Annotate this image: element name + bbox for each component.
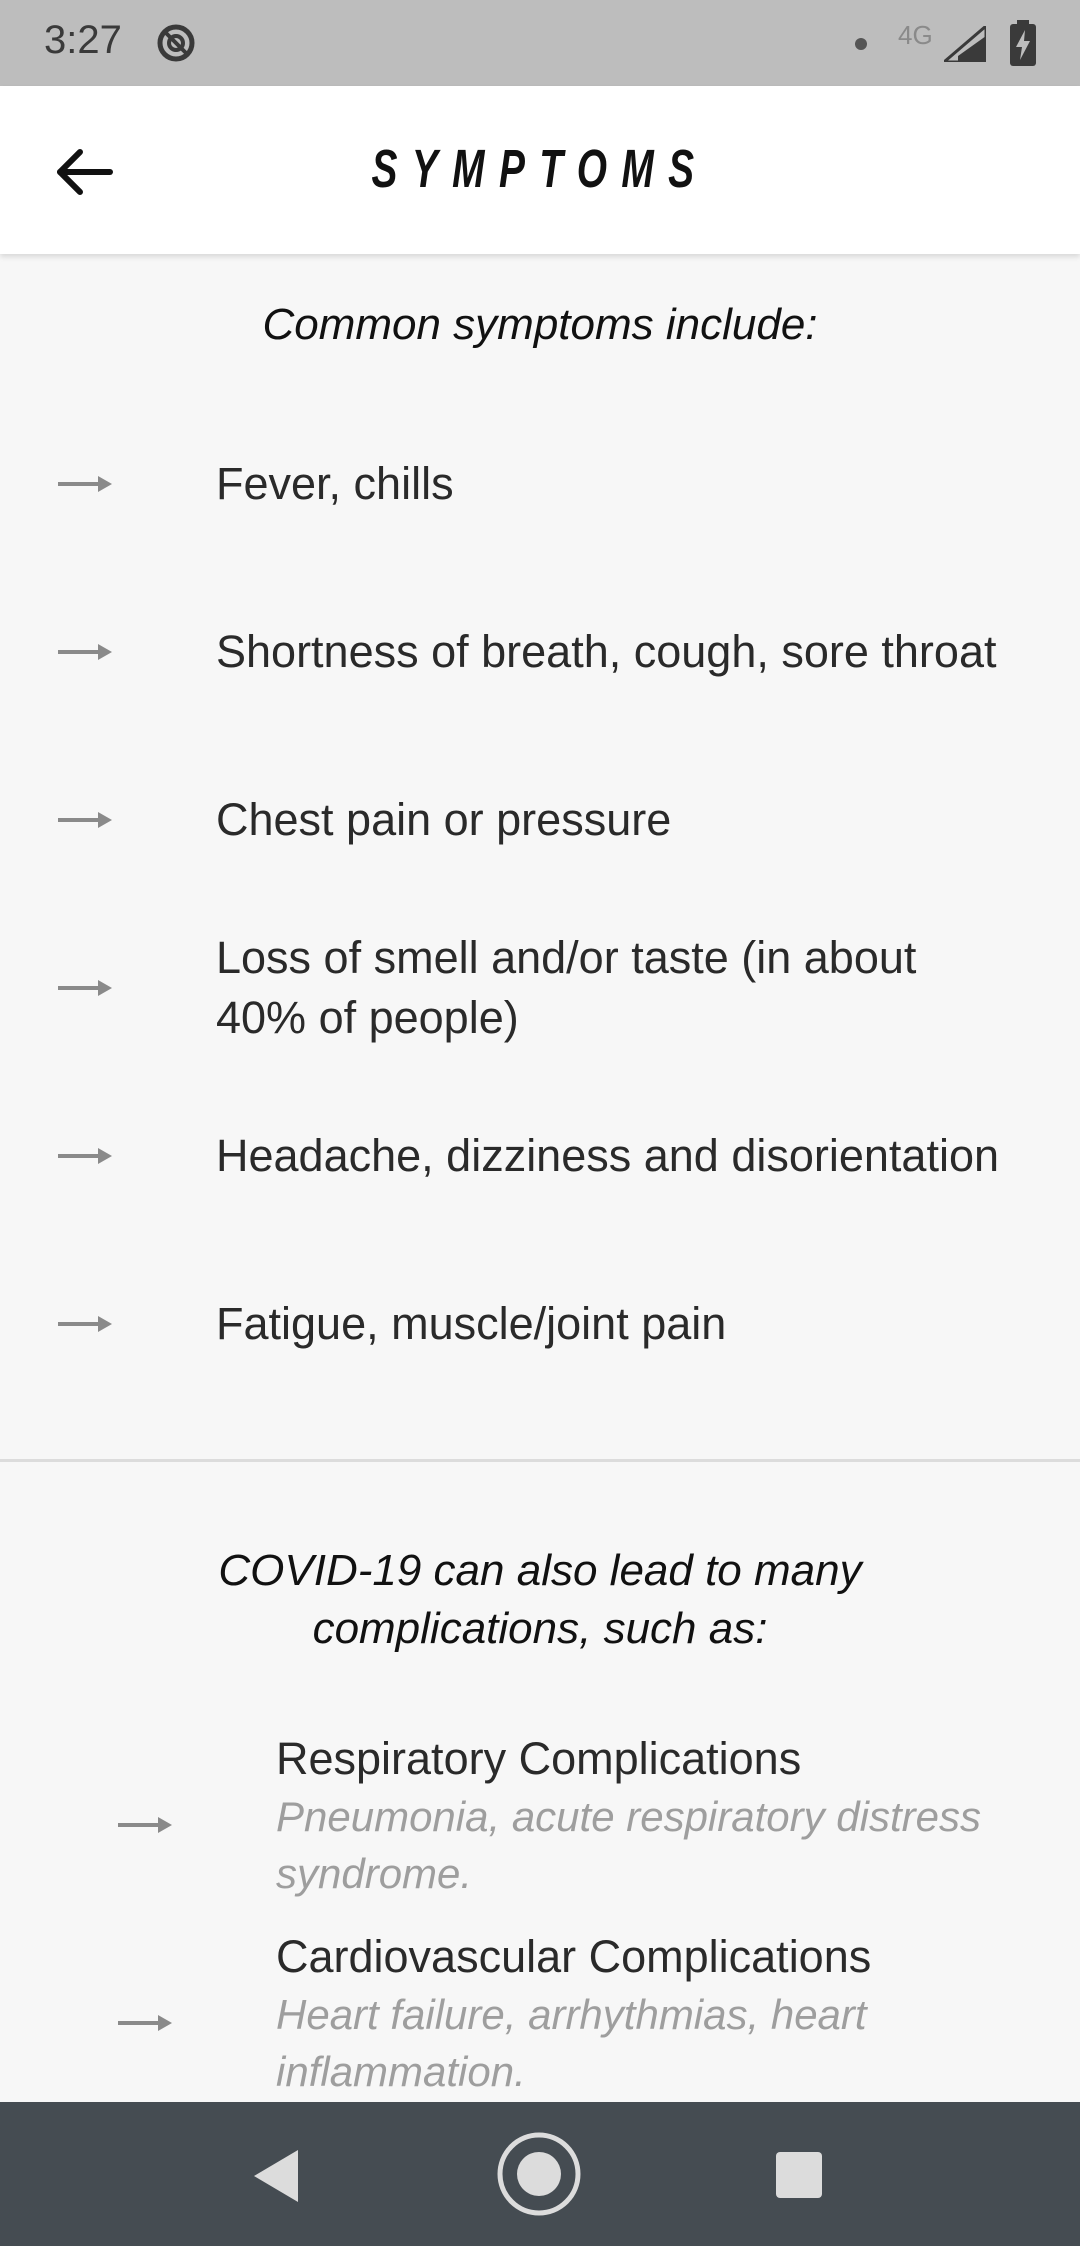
arrow-right-icon [58, 812, 112, 828]
arrow-left-icon[interactable] [50, 142, 118, 202]
do-not-disturb-icon [157, 24, 195, 62]
notification-dot-icon [855, 38, 867, 50]
complication-item: Respiratory Complications Pneumonia, acu… [0, 1730, 1080, 1920]
symptom-item: Shortness of breath, cough, sore throat [0, 592, 1080, 712]
nav-recents-icon[interactable] [776, 2152, 822, 2198]
symptom-text: Loss of smell and/or taste (in about 40%… [216, 932, 917, 1043]
symptom-text: Fever, chills [216, 458, 454, 509]
section-divider [0, 1459, 1080, 1462]
network-type: 4G [898, 20, 933, 50]
complication-title: Cardiovascular Complications [276, 1931, 872, 1982]
nav-home-icon[interactable] [495, 2130, 583, 2218]
status-bar: 3:27 4G [0, 0, 1080, 86]
page-title: SYMPTOMS [371, 139, 709, 199]
symptom-item: Fatigue, muscle/joint pain [0, 1264, 1080, 1384]
complication-description: Heart failure, arrhythmias, heart inflam… [276, 1991, 867, 2095]
symptoms-heading: Common symptoms include: [262, 300, 818, 349]
complication-title: Respiratory Complications [276, 1733, 802, 1784]
symptom-text: Shortness of breath, cough, sore throat [216, 626, 997, 677]
symptom-text: Chest pain or pressure [216, 794, 672, 845]
arrow-right-icon [58, 1316, 112, 1332]
arrow-right-icon [118, 1817, 172, 1833]
complication-body: Respiratory Complications Pneumonia, acu… [276, 1730, 1036, 1902]
arrow-right-icon [58, 980, 112, 996]
symptom-item: Fever, chills [0, 424, 1080, 544]
cell-signal-icon [944, 26, 986, 62]
symptom-item: Headache, dizziness and disorientation [0, 1096, 1080, 1216]
complication-body: Cardiovascular Complications Heart failu… [276, 1928, 1036, 2100]
arrow-right-icon [118, 2015, 172, 2031]
status-time: 3:27 [44, 18, 122, 62]
arrow-right-icon [58, 476, 112, 492]
system-nav-bar [0, 2102, 1080, 2246]
battery-charging-icon [1010, 20, 1036, 66]
complication-description: Pneumonia, acute respiratory distress sy… [276, 1793, 981, 1897]
symptom-text: Fatigue, muscle/joint pain [216, 1298, 727, 1349]
arrow-right-icon [58, 1148, 112, 1164]
complications-heading: COVID-19 can also lead to many complicat… [218, 1546, 862, 1653]
arrow-right-icon [58, 644, 112, 660]
complication-item: Cardiovascular Complications Heart failu… [0, 1928, 1080, 2118]
app-bar: SYMPTOMS [0, 86, 1080, 254]
nav-back-icon[interactable] [250, 2148, 302, 2204]
symptom-text: Headache, dizziness and disorientation [216, 1130, 999, 1181]
symptom-item: Loss of smell and/or taste (in about 40%… [0, 928, 1080, 1048]
symptom-item: Chest pain or pressure [0, 760, 1080, 880]
